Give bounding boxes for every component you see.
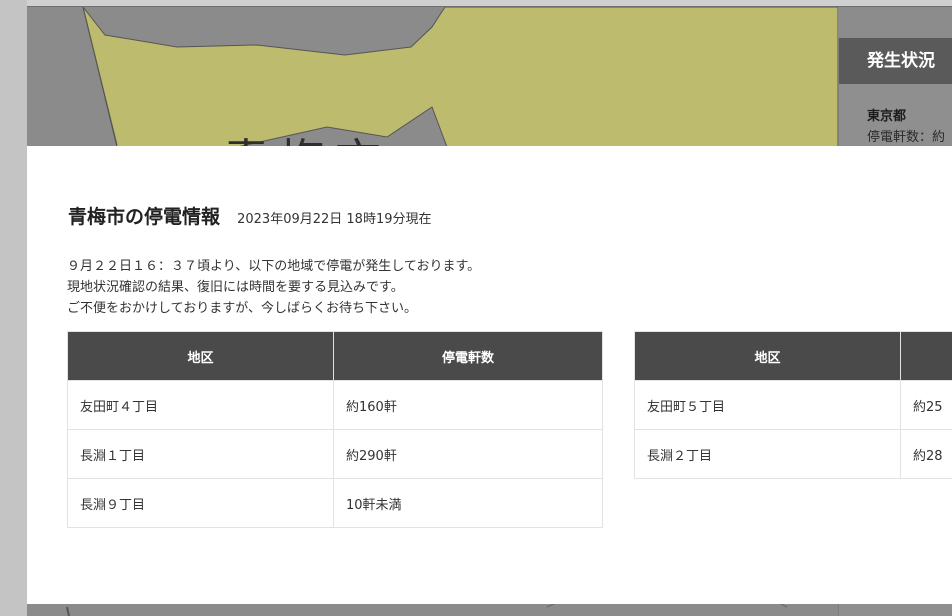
table-row: 長淵１丁目 約290軒 xyxy=(67,429,603,479)
outage-table-right: 地区 友田町５丁目 約25 長淵２丁目 約28 xyxy=(634,331,952,479)
outage-count-cell: 10軒未満 xyxy=(333,478,603,528)
status-count: 停電軒数：約 xyxy=(867,130,946,145)
district-cell: 長淵９丁目 xyxy=(67,478,334,528)
district-cell: 友田町４丁目 xyxy=(67,380,334,430)
background-top-bar xyxy=(27,0,952,7)
notice-line: ご不便をおかけしておりますが、今しばらくお待ち下さい。 xyxy=(67,301,417,316)
column-header-district: 地区 xyxy=(634,331,901,381)
map-boundary-line xyxy=(66,606,70,616)
district-cell: 長淵１丁目 xyxy=(67,429,334,479)
notice-line: 現地状況確認の結果、復旧には時間を要する見込みです。 xyxy=(67,280,404,295)
table-header-row: 地区 xyxy=(634,331,952,381)
modal-title-row: 青梅市の停電情報 2023年09月22日 18時19分現在 xyxy=(68,202,432,229)
outage-count-cell: 約290軒 xyxy=(333,429,603,479)
modal-timestamp: 2023年09月22日 18時19分現在 xyxy=(237,212,432,227)
district-cell: 長淵２丁目 xyxy=(634,429,901,479)
city-region-shape xyxy=(82,7,838,148)
status-panel-header: 発生状況 xyxy=(839,38,952,84)
outage-notice: ９月２２日１６：３７頃より、以下の地域で停電が発生しております。 現地状況確認の… xyxy=(67,256,480,319)
outage-table-left: 地区 停電軒数 友田町４丁目 約160軒 長淵１丁目 約290軒 長淵９丁目 1… xyxy=(67,331,603,528)
left-gutter xyxy=(0,0,28,616)
table-row: 友田町５丁目 約25 xyxy=(634,380,952,430)
outage-count-cell: 約160軒 xyxy=(333,380,603,430)
district-cell: 友田町５丁目 xyxy=(634,380,901,430)
outage-count-cell: 約25 xyxy=(900,380,952,430)
outage-count-cell: 約28 xyxy=(900,429,952,479)
column-header-outage-count: 停電軒数 xyxy=(333,331,603,381)
notice-line: ９月２２日１６：３７頃より、以下の地域で停電が発生しております。 xyxy=(67,259,481,274)
status-region: 東京都 xyxy=(867,109,907,124)
column-header-district: 地区 xyxy=(67,331,334,381)
outage-info-modal: 青梅市の停電情報 2023年09月22日 18時19分現在 ９月２２日１６：３７… xyxy=(27,146,952,604)
modal-title: 青梅市の停電情報 xyxy=(68,206,221,228)
table-row: 友田町４丁目 約160軒 xyxy=(67,380,603,430)
table-row: 長淵９丁目 10軒未満 xyxy=(67,478,603,528)
column-header-outage-count xyxy=(900,331,952,381)
table-header-row: 地区 停電軒数 xyxy=(67,331,603,381)
table-row: 長淵２丁目 約28 xyxy=(634,429,952,479)
